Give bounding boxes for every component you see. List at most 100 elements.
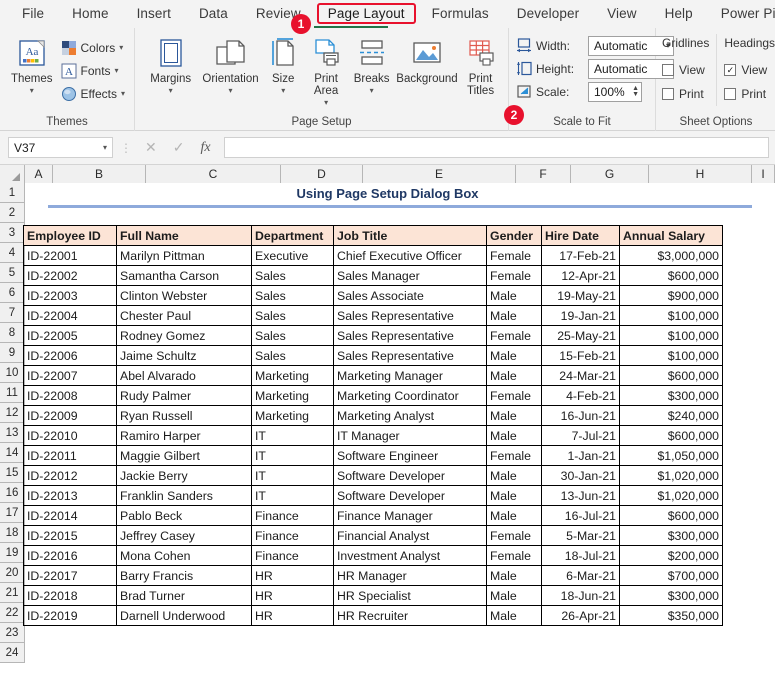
cell[interactable]: Barry Francis xyxy=(116,565,252,586)
row-header-14[interactable]: 14 xyxy=(0,443,25,463)
margins-button[interactable]: Margins ▾ xyxy=(143,33,198,96)
cell[interactable]: HR xyxy=(251,605,334,626)
cell[interactable]: $600,000 xyxy=(619,425,723,446)
row-header-24[interactable]: 24 xyxy=(0,643,25,663)
cell[interactable]: ID-22008 xyxy=(23,385,117,406)
tab-page-layout[interactable]: Page Layout xyxy=(316,3,416,24)
cell[interactable]: $600,000 xyxy=(619,365,723,386)
row-header-20[interactable]: 20 xyxy=(0,563,25,583)
cell[interactable]: $240,000 xyxy=(619,405,723,426)
cell[interactable]: Female xyxy=(486,245,542,266)
cell[interactable]: IT xyxy=(251,445,334,466)
cell[interactable]: Pablo Beck xyxy=(116,505,252,526)
background-button[interactable]: Background xyxy=(395,33,459,85)
cell[interactable]: Male xyxy=(486,505,542,526)
cell[interactable]: Software Engineer xyxy=(333,445,487,466)
cell[interactable]: Male xyxy=(486,305,542,326)
cell[interactable]: Marilyn Pittman xyxy=(116,245,252,266)
chevron-down-icon[interactable]: ▾ xyxy=(119,43,123,53)
cell[interactable]: ID-22003 xyxy=(23,285,117,306)
cell[interactable]: ID-22004 xyxy=(23,305,117,326)
cell[interactable]: ID-22002 xyxy=(23,265,117,286)
th-annual-salary[interactable]: Annual Salary xyxy=(619,225,723,246)
th-hire-date[interactable]: Hire Date xyxy=(541,225,620,246)
chevron-down-icon[interactable]: ▾ xyxy=(324,98,328,108)
cell[interactable]: $600,000 xyxy=(619,265,723,286)
cell[interactable]: Rudy Palmer xyxy=(116,385,252,406)
cell[interactable]: Marketing xyxy=(251,405,334,426)
row-header-15[interactable]: 15 xyxy=(0,463,25,483)
cell[interactable]: ID-22015 xyxy=(23,525,117,546)
cell[interactable]: HR Specialist xyxy=(333,585,487,606)
cell[interactable]: 24-Mar-21 xyxy=(541,365,620,386)
cell[interactable]: Abel Alvarado xyxy=(116,365,252,386)
cell[interactable]: Franklin Sanders xyxy=(116,485,252,506)
cell[interactable]: $300,000 xyxy=(619,585,723,606)
cell[interactable]: HR Manager xyxy=(333,565,487,586)
cell[interactable]: ID-22018 xyxy=(23,585,117,606)
checkbox-icon[interactable] xyxy=(662,64,674,76)
cell[interactable]: Samantha Carson xyxy=(116,265,252,286)
cell[interactable]: Male xyxy=(486,585,542,606)
cell[interactable]: 16-Jun-21 xyxy=(541,405,620,426)
cell[interactable]: 18-Jul-21 xyxy=(541,545,620,566)
row-header-22[interactable]: 22 xyxy=(0,603,25,623)
column-header-d[interactable]: D xyxy=(281,165,363,183)
cell[interactable]: 18-Jun-21 xyxy=(541,585,620,606)
cell[interactable]: Male xyxy=(486,565,542,586)
cell[interactable]: Maggie Gilbert xyxy=(116,445,252,466)
cell[interactable]: $1,020,000 xyxy=(619,465,723,486)
cell[interactable]: HR xyxy=(251,585,334,606)
insert-function-icon[interactable]: fx xyxy=(200,140,210,156)
cancel-icon[interactable]: ✕ xyxy=(145,139,157,156)
column-header-h[interactable]: H xyxy=(649,165,752,183)
row-header-16[interactable]: 16 xyxy=(0,483,25,503)
tab-file[interactable]: File xyxy=(8,3,58,24)
spinner-arrows-icon[interactable]: ▲ ▼ xyxy=(632,85,639,98)
cell[interactable]: Investment Analyst xyxy=(333,545,487,566)
column-header-e[interactable]: E xyxy=(363,165,516,183)
cell[interactable]: 4-Feb-21 xyxy=(541,385,620,406)
chevron-down-icon[interactable]: ▾ xyxy=(370,86,374,96)
chevron-down-icon[interactable]: ▾ xyxy=(281,86,285,96)
cell[interactable]: Marketing Manager xyxy=(333,365,487,386)
cell[interactable]: 13-Jun-21 xyxy=(541,485,620,506)
cell[interactable]: IT xyxy=(251,485,334,506)
column-header-a[interactable]: A xyxy=(25,165,53,183)
tab-power-pivot[interactable]: Power Pivot xyxy=(707,3,775,24)
cell[interactable]: 7-Jul-21 xyxy=(541,425,620,446)
cell[interactable]: Clinton Webster xyxy=(116,285,252,306)
cell[interactable]: $1,050,000 xyxy=(619,445,723,466)
cell[interactable]: ID-22009 xyxy=(23,405,117,426)
chevron-down-icon[interactable]: ▾ xyxy=(103,143,107,152)
cell[interactable]: Sales Representative xyxy=(333,345,487,366)
cell[interactable]: Ramiro Harper xyxy=(116,425,252,446)
cell[interactable]: Sales Representative xyxy=(333,325,487,346)
cell[interactable]: IT Manager xyxy=(333,425,487,446)
checkbox-icon[interactable] xyxy=(724,88,737,100)
cell[interactable]: Male xyxy=(486,285,542,306)
cell[interactable]: $100,000 xyxy=(619,305,723,326)
row-header-5[interactable]: 5 xyxy=(0,263,25,283)
cell[interactable]: Female xyxy=(486,265,542,286)
cell[interactable]: Marketing xyxy=(251,385,334,406)
th-full-name[interactable]: Full Name xyxy=(116,225,252,246)
breaks-button[interactable]: Breaks ▾ xyxy=(348,33,394,96)
size-button[interactable]: Size ▾ xyxy=(263,33,304,96)
cell[interactable]: Female xyxy=(486,385,542,406)
headings-print-checkbox[interactable]: Print xyxy=(724,82,775,106)
cell[interactable]: Software Developer xyxy=(333,465,487,486)
cell[interactable]: 16-Jul-21 xyxy=(541,505,620,526)
column-header-g[interactable]: G xyxy=(571,165,649,183)
cell[interactable]: Marketing Coordinator xyxy=(333,385,487,406)
cell[interactable]: 1-Jan-21 xyxy=(541,445,620,466)
cell[interactable]: Darnell Underwood xyxy=(116,605,252,626)
cell[interactable]: ID-22013 xyxy=(23,485,117,506)
theme-effects-button[interactable]: Effects ▾ xyxy=(58,82,128,105)
cell[interactable]: ID-22019 xyxy=(23,605,117,626)
cell[interactable]: Ryan Russell xyxy=(116,405,252,426)
cell[interactable]: ID-22010 xyxy=(23,425,117,446)
cell[interactable]: Female xyxy=(486,525,542,546)
gridlines-print-checkbox[interactable]: Print xyxy=(662,82,709,106)
cell[interactable]: 15-Feb-21 xyxy=(541,345,620,366)
